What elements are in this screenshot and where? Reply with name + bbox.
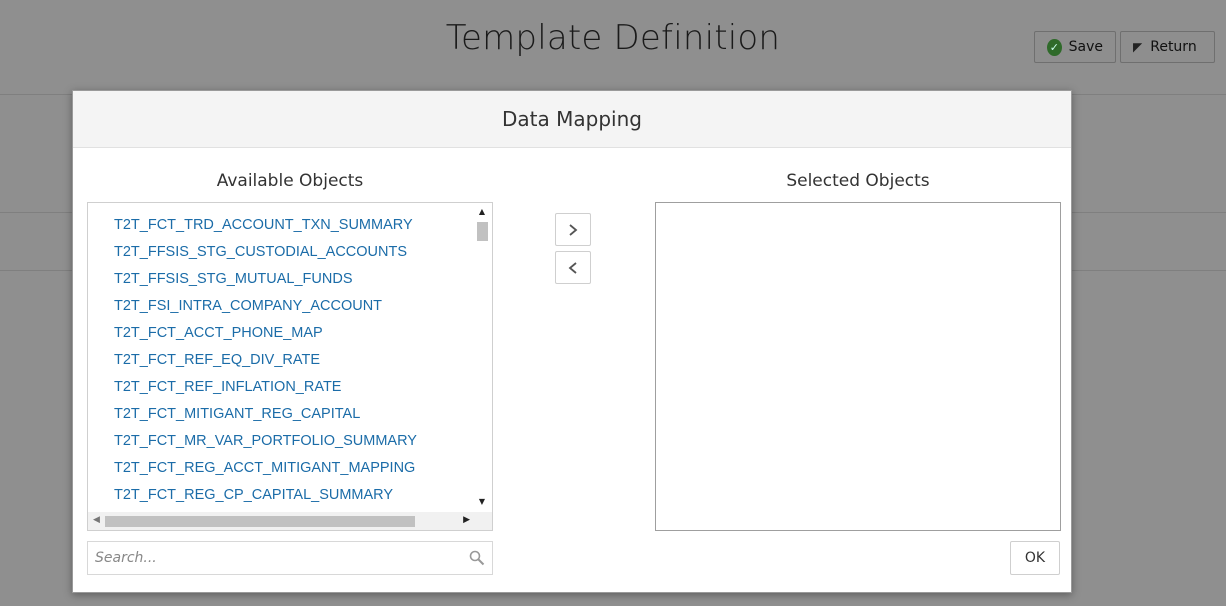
vertical-scrollbar[interactable]: ▲ ▼	[474, 205, 490, 510]
horizontal-scrollbar[interactable]: ◀ ▶	[88, 512, 492, 530]
move-left-button[interactable]	[555, 251, 591, 284]
horizontal-scroll-thumb[interactable]	[105, 516, 415, 527]
list-item[interactable]: T2T_FCT_ACCT_PHONE_MAP	[88, 319, 474, 346]
scroll-right-icon[interactable]: ▶	[463, 515, 470, 525]
page-header: Template Definition ✓ Save ◤ Return	[0, 0, 1226, 95]
selected-objects-title: Selected Objects	[786, 171, 930, 191]
available-objects-items: T2T_FCT_TRD_ACCOUNT_TXN_SUMMARY T2T_FFSIS…	[88, 203, 474, 512]
list-item[interactable]: T2T_FCT_MR_VAR_PORTFOLIO_SUMMARY	[88, 427, 474, 454]
list-item[interactable]: T2T_FCT_REF_EQ_DIV_RATE	[88, 346, 474, 373]
dialog-header: Data Mapping	[73, 91, 1071, 148]
list-item[interactable]: T2T_FFSIS_STG_MUTUAL_FUNDS	[88, 265, 474, 292]
list-item[interactable]: T2T_FCT_REG_CP_CAPITAL_SUMMARY	[88, 481, 474, 508]
list-item[interactable]: T2T_FSI_INTRA_COMPANY_ACCOUNT	[88, 292, 474, 319]
available-objects-list[interactable]: T2T_FCT_TRD_ACCOUNT_TXN_SUMMARY T2T_FFSIS…	[87, 202, 493, 531]
data-mapping-dialog: Data Mapping Available Objects Selected …	[72, 90, 1072, 593]
vertical-scroll-thumb[interactable]	[477, 222, 488, 241]
scroll-left-icon[interactable]: ◀	[93, 515, 100, 525]
available-objects-title: Available Objects	[216, 171, 364, 191]
move-right-button[interactable]	[555, 213, 591, 246]
list-item[interactable]: T2T_FFSIS_STG_CUSTODIAL_ACCOUNTS	[88, 238, 474, 265]
dialog-title: Data Mapping	[502, 107, 642, 131]
selected-objects-list[interactable]	[655, 202, 1061, 531]
list-item[interactable]: T2T_FCT_REF_INFLATION_RATE	[88, 373, 474, 400]
ok-button-label: OK	[1024, 550, 1046, 566]
save-button[interactable]: ✓ Save	[1034, 31, 1116, 63]
return-button-label: Return	[1150, 39, 1197, 55]
search-icon[interactable]	[468, 549, 486, 567]
list-item[interactable]: T2T_FCT_MITIGANT_REG_CAPITAL	[88, 400, 474, 427]
scroll-down-icon[interactable]: ▼	[474, 495, 490, 509]
chevron-right-icon	[569, 223, 578, 236]
list-item[interactable]: T2T_FCT_TRD_ACCOUNT_TXN_SUMMARY	[88, 211, 474, 238]
chevron-left-icon	[568, 261, 577, 274]
list-item[interactable]: T2T_FCT_REG_ACCT_MITIGANT_MAPPING	[88, 454, 474, 481]
search-input[interactable]	[88, 542, 458, 574]
flag-icon: ◤	[1133, 40, 1143, 54]
return-button[interactable]: ◤ Return	[1120, 31, 1215, 63]
save-button-label: Save	[1068, 39, 1103, 55]
check-circle-icon: ✓	[1047, 38, 1062, 56]
ok-button[interactable]: OK	[1010, 541, 1060, 575]
scroll-up-icon[interactable]: ▲	[474, 205, 490, 219]
search-field	[87, 541, 493, 575]
